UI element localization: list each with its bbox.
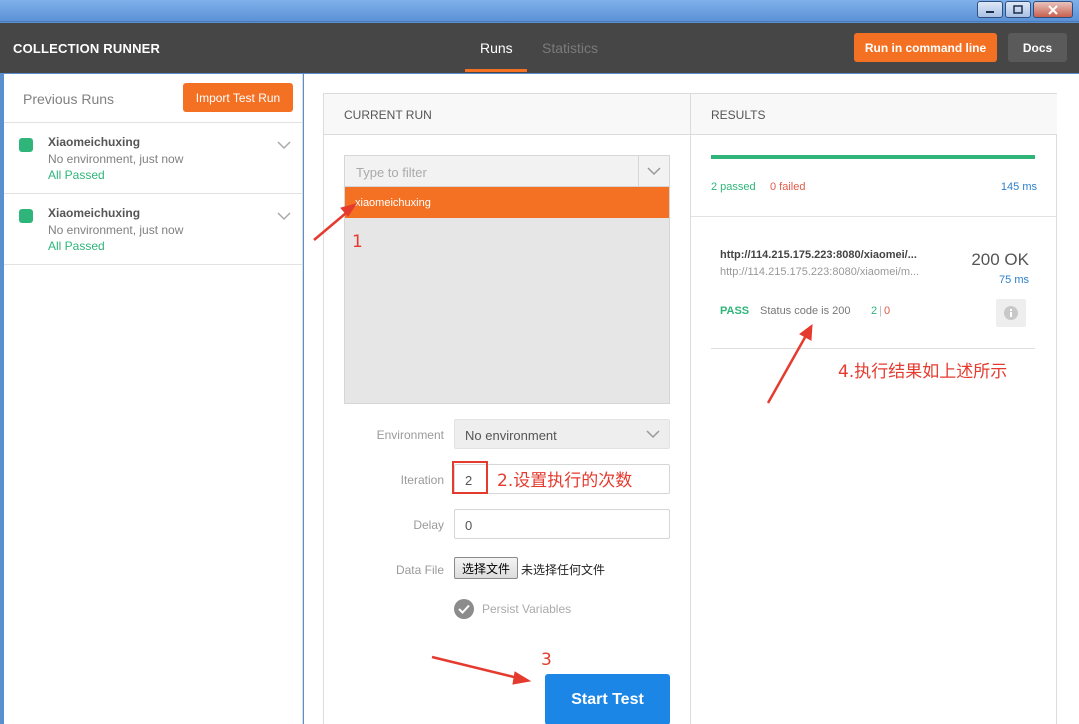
start-test-button[interactable]: Start Test xyxy=(545,674,670,724)
current-run-heading: CURRENT RUN xyxy=(344,108,432,122)
run-environment: No environment, just now xyxy=(48,152,184,166)
previous-run-item[interactable]: Xiaomeichuxing No environment, just now … xyxy=(4,194,302,265)
current-run-header: CURRENT RUN xyxy=(324,94,690,135)
runner-card: CURRENT RUN Type to filter xiaomeichuxin… xyxy=(323,93,1057,724)
window-titlebar xyxy=(0,0,1079,22)
run-status: All Passed xyxy=(48,168,105,182)
delay-label: Delay xyxy=(413,518,444,532)
annotation-2: 2.设置执行的次数 xyxy=(497,471,633,491)
environment-select[interactable]: No environment xyxy=(454,419,670,449)
collection-name: xiaomeichuxing xyxy=(355,197,431,209)
checkmark-icon[interactable] xyxy=(454,599,474,619)
tab-statistics[interactable]: Statistics xyxy=(542,40,598,56)
current-run-panel: CURRENT RUN Type to filter xiaomeichuxin… xyxy=(324,94,691,724)
delay-value: 0 xyxy=(465,518,473,533)
run-status-icon xyxy=(19,209,33,223)
app-title: COLLECTION RUNNER xyxy=(13,41,161,56)
results-progress-bar xyxy=(711,155,1035,159)
run-name: Xiaomeichuxing xyxy=(48,135,141,149)
annotation-highlight-box xyxy=(452,461,488,494)
close-icon[interactable] xyxy=(1033,1,1073,18)
failed-count: 0 failed xyxy=(770,181,806,193)
chevron-down-icon[interactable] xyxy=(277,208,291,226)
run-name: Xiaomeichuxing xyxy=(48,206,141,220)
main-content: CURRENT RUN Type to filter xiaomeichuxin… xyxy=(304,74,1079,724)
test-pass-count: 2 xyxy=(871,305,878,317)
iteration-label: Iteration xyxy=(400,473,444,487)
run-environment: No environment, just now xyxy=(48,223,184,237)
collection-item-selected[interactable]: xiaomeichuxing xyxy=(345,187,669,218)
results-heading: RESULTS xyxy=(711,108,766,122)
tab-runs[interactable]: Runs xyxy=(480,40,513,56)
results-panel: RESULTS 2 passed 0 failed 145 ms http://… xyxy=(691,94,1057,724)
request-url: http://114.215.175.223:8080/xiaomei/m... xyxy=(720,266,920,278)
active-tab-indicator xyxy=(465,69,527,72)
response-status: 200 OK xyxy=(971,250,1029,269)
no-file-chosen-text: 未选择任何文件 xyxy=(521,563,606,577)
chevron-down-icon[interactable] xyxy=(638,156,669,187)
sidebar: Previous Runs Import Test Run Xiaomeichu… xyxy=(4,74,303,724)
import-test-run-button[interactable]: Import Test Run xyxy=(183,83,293,112)
sidebar-header: Previous Runs Import Test Run xyxy=(4,74,302,123)
window-controls xyxy=(977,1,1073,18)
app-header: COLLECTION RUNNER Runs Statistics Run in… xyxy=(0,23,1079,73)
run-in-command-line-button[interactable]: Run in command line xyxy=(854,33,997,62)
annotation-3: 3 xyxy=(541,650,552,670)
chevron-down-icon[interactable] xyxy=(277,137,291,155)
maximize-icon[interactable] xyxy=(1005,1,1031,18)
passed-count: 2 passed xyxy=(711,181,756,193)
response-time: 75 ms xyxy=(999,274,1029,286)
request-name[interactable]: http://114.215.175.223:8080/xiaomei/... xyxy=(720,249,950,261)
divider xyxy=(691,216,1057,217)
annotation-4: 4.执行结果如上述所示 xyxy=(838,362,1008,382)
previous-runs-title: Previous Runs xyxy=(23,91,115,107)
environment-value: No environment xyxy=(465,428,557,443)
minimize-icon[interactable] xyxy=(977,1,1003,18)
filter-placeholder: Type to filter xyxy=(356,165,427,180)
annotation-1: 1 xyxy=(352,232,363,252)
chevron-down-icon xyxy=(646,430,660,439)
test-name: Status code is 200 xyxy=(760,305,851,317)
run-status-icon xyxy=(19,138,33,152)
filter-input[interactable]: Type to filter xyxy=(345,156,669,187)
count-separator: | xyxy=(879,305,882,317)
docs-button[interactable]: Docs xyxy=(1008,33,1067,62)
collection-list: Type to filter xiaomeichuxing xyxy=(344,155,670,404)
previous-run-item[interactable]: Xiaomeichuxing No environment, just now … xyxy=(4,123,302,194)
info-icon[interactable] xyxy=(996,299,1026,327)
run-status: All Passed xyxy=(48,239,105,253)
environment-label: Environment xyxy=(376,428,444,442)
total-time: 145 ms xyxy=(1000,181,1037,193)
data-file-label: Data File xyxy=(395,563,444,577)
delay-input[interactable]: 0 xyxy=(454,509,670,539)
persist-variables-label: Persist Variables xyxy=(482,602,572,616)
results-header: RESULTS xyxy=(691,94,1057,135)
test-result-badge: PASS xyxy=(720,305,750,317)
divider xyxy=(711,348,1035,349)
test-fail-count: 0 xyxy=(884,305,891,317)
choose-file-button[interactable]: 选择文件 xyxy=(454,557,518,579)
